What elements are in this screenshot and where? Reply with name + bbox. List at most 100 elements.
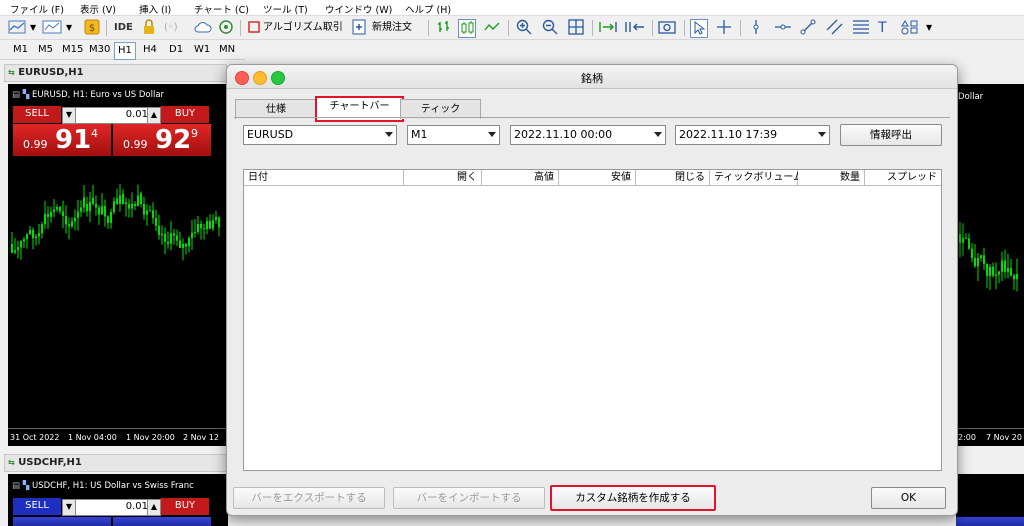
ok-button[interactable]: OK [871,487,946,509]
lot-size-input[interactable]: 0.01 [75,499,153,516]
horizontal-line-icon[interactable] [774,19,792,37]
export-bars-button[interactable]: バーをエクスポートする [233,487,385,509]
profiles-icon[interactable] [42,19,62,37]
timeframe-h4[interactable]: H4 [140,42,160,58]
buy-button[interactable]: BUY [161,106,209,123]
candle-body [167,241,169,244]
lot-up-icon[interactable]: ▲ [147,499,161,516]
lot-down-icon[interactable]: ▼ [62,499,76,516]
column-header-tick-volume[interactable]: ティックボリューム [710,170,803,186]
tab-specification[interactable]: 仕様 [235,99,317,119]
trend-line-icon[interactable] [800,19,816,37]
buy-price-tile[interactable]: 0.99 92 9 [113,124,211,156]
dropdown-arrow-icon[interactable]: ▼ [30,19,36,37]
auto-scroll-icon[interactable] [598,19,620,37]
zoom-out-icon[interactable] [542,19,558,37]
timeframe-m1[interactable]: M1 [10,42,31,58]
eurusd-window-title[interactable]: ⇆ EURUSD,H1 [4,64,227,82]
menu-window[interactable]: ウインドウ (W) [325,2,392,16]
bars-table[interactable]: 日付 開く 高値 安値 閉じる ティックボリューム 数量 スプレッド [243,169,942,471]
dropdown-arrow-icon[interactable]: ▼ [926,19,932,37]
date-from-select[interactable]: 2022.11.10 00:00 [510,125,666,145]
algo-trading-button[interactable]: アルゴリズム取引 [263,19,343,37]
menu-insert[interactable]: 挿入 (I) [139,2,171,16]
menu-help[interactable]: ヘルプ (H) [405,2,451,16]
line-chart-icon[interactable] [484,19,500,37]
candle-body [197,223,199,233]
candle-body [29,229,31,235]
fibonacci-icon[interactable] [852,19,870,37]
request-button[interactable]: 情報呼出 [840,124,942,146]
timeframe-m30[interactable]: M30 [86,42,113,58]
bar-chart-icon[interactable] [436,19,452,37]
candle-body [11,244,13,253]
screenshot-icon[interactable] [658,19,676,37]
channel-icon[interactable] [826,19,844,37]
tab-chart-bars[interactable]: チャートバー [315,96,404,122]
sell-button[interactable]: SELL [13,498,61,515]
usdchf-chart[interactable]: ▤ ▚ USDCHF, H1: US Dollar vs Swiss Franc… [8,474,228,526]
symbol-select[interactable]: EURUSD [243,125,397,145]
new-order-icon[interactable] [352,19,366,37]
menu-tools[interactable]: ツール (T) [263,2,308,16]
import-bars-button[interactable]: バーをインポートする [393,487,545,509]
candle-body [1004,260,1006,272]
column-header-close[interactable]: 閉じる [636,170,710,186]
column-header-date[interactable]: 日付 [244,170,404,186]
menu-view[interactable]: 表示 (V) [80,2,116,16]
eurusd-chart[interactable]: ▤ ▚ EURUSD, H1: Euro vs US Dollar SELL ▼… [8,84,228,446]
buy-price-tile[interactable] [113,517,211,526]
vps-icon[interactable] [218,19,234,37]
column-header-spread[interactable]: スプレッド [865,170,941,186]
timeframe-w1[interactable]: W1 [191,42,213,58]
chart-symbol-label: ▤ ▚ EURUSD, H1: Euro vs US Dollar [12,90,165,100]
period-select[interactable]: M1 [407,125,500,145]
crosshair-icon[interactable] [716,19,732,37]
candle-body [209,221,211,229]
cursor-icon[interactable] [690,19,708,38]
sell-button[interactable]: SELL [13,106,61,123]
vertical-line-icon[interactable] [748,19,764,37]
chart-shift-icon[interactable] [624,19,646,37]
shapes-icon[interactable] [900,19,920,37]
timeframe-m15[interactable]: M15 [59,42,86,58]
text-tool-icon[interactable]: T [878,19,887,37]
ide-button[interactable]: IDE [114,19,133,37]
tile-windows-icon[interactable] [568,19,584,37]
candle-body [998,271,1000,275]
time-axis-label: 2:00 [958,433,976,442]
tab-ticks[interactable]: ティック [400,99,481,119]
right-chart-peek[interactable]: Dollar 2:00 7 Nov 20 [956,84,1024,446]
lot-size-input[interactable]: 0.01 [75,107,153,124]
buy-button[interactable]: BUY [161,498,209,515]
create-custom-symbol-button[interactable]: カスタム銘柄を作成する [550,485,716,511]
menu-chart[interactable]: チャート (C) [194,2,249,16]
timeframe-mn[interactable]: MN [216,42,238,58]
lot-up-icon[interactable]: ▲ [147,107,161,124]
new-order-button[interactable]: 新規注文 [372,19,412,37]
sell-price-tile[interactable] [13,517,111,526]
date-to-select[interactable]: 2022.11.10 17:39 [675,125,830,145]
menu-file[interactable]: ファイル (F) [10,2,64,16]
signal-icon[interactable]: (◦) [164,19,178,37]
market-icon[interactable]: $ [84,19,100,37]
zoom-in-icon[interactable] [516,19,532,37]
dropdown-arrow-icon[interactable]: ▼ [66,19,72,37]
column-header-volume[interactable]: 数量 [798,170,865,186]
lock-icon[interactable] [142,19,156,37]
cloud-icon[interactable] [194,19,212,37]
sell-price-tile[interactable]: 0.99 91 4 [13,124,111,156]
chevron-down-icon [654,132,662,137]
candlestick-icon[interactable] [458,19,476,38]
lot-down-icon[interactable]: ▼ [62,107,76,124]
timeframe-d1[interactable]: D1 [166,42,186,58]
column-header-high[interactable]: 高値 [482,170,559,186]
algo-trading-icon[interactable] [248,19,260,37]
column-header-low[interactable]: 安値 [559,170,636,186]
timeframe-h1[interactable]: H1 [114,42,136,60]
timeframe-m5[interactable]: M5 [35,42,56,58]
candle-body [110,211,112,223]
column-header-open[interactable]: 開く [404,170,482,186]
usdchf-window-title[interactable]: ⇆ USDCHF,H1 [4,454,227,472]
new-chart-icon[interactable] [8,19,26,37]
